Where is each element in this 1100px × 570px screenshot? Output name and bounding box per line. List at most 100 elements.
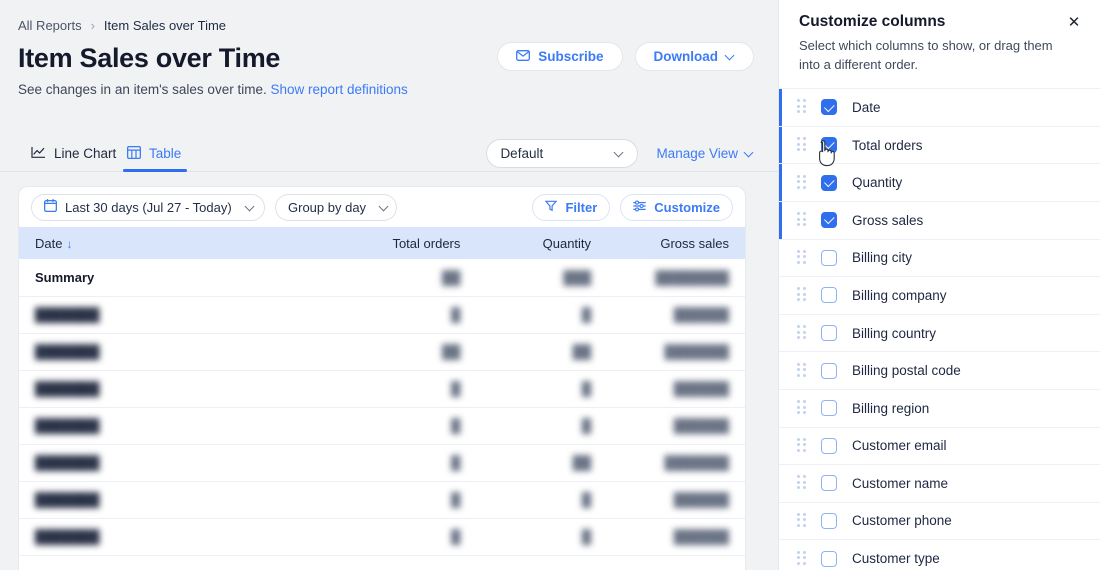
cell-date: ███████	[35, 529, 100, 544]
column-header-quantity[interactable]: Quantity	[476, 227, 607, 259]
cell-date: Summary	[35, 269, 95, 285]
cell-date: ███████	[35, 381, 100, 396]
cell-gross-sales: ██████	[673, 529, 729, 544]
drag-handle-icon[interactable]	[797, 475, 807, 491]
column-checkbox[interactable]	[821, 287, 837, 304]
column-option-row[interactable]: Billing postal code	[779, 352, 1100, 390]
customize-columns-panel: Customize columns Select which columns t…	[778, 0, 1100, 570]
drag-handle-icon[interactable]	[797, 212, 807, 228]
breadcrumb-all-reports[interactable]: All Reports	[18, 18, 82, 33]
line-chart-icon	[31, 146, 46, 162]
column-checkbox[interactable]	[821, 475, 837, 492]
panel-title: Customize columns	[799, 13, 946, 30]
column-option-row[interactable]: Billing region	[779, 390, 1100, 428]
close-icon[interactable]: ✕	[1064, 12, 1084, 32]
cell-quantity: ██	[572, 455, 592, 470]
table-summary-row[interactable]: Summary ██ ███ ████████	[19, 259, 745, 296]
filter-label: Filter	[565, 199, 598, 215]
tab-line-chart[interactable]: Line Chart	[31, 136, 116, 171]
cell-date: ███████	[35, 418, 100, 433]
column-option-row[interactable]: Customer phone	[779, 503, 1100, 541]
chevron-down-icon	[615, 149, 624, 158]
table-row[interactable]: ███████ █ █ ██████	[19, 296, 745, 333]
column-option-row[interactable]: Billing company	[779, 277, 1100, 315]
column-header-total-orders[interactable]: Total orders	[338, 227, 476, 259]
column-option-row[interactable]: Quantity	[779, 164, 1100, 202]
chevron-down-icon	[745, 149, 754, 158]
download-button[interactable]: Download	[634, 42, 754, 71]
cell-quantity: █	[581, 492, 592, 507]
table-row[interactable]: ███████ █ █ ██████	[19, 407, 745, 444]
drag-handle-icon[interactable]	[797, 249, 807, 266]
column-checkbox[interactable]	[821, 437, 837, 454]
column-checkbox[interactable]	[821, 400, 837, 417]
customize-button[interactable]: Customize	[620, 193, 733, 221]
drag-handle-icon[interactable]	[797, 325, 807, 341]
cell-quantity: ██	[572, 344, 592, 359]
view-controls: Default Manage View	[486, 139, 754, 168]
table-row[interactable]: ███████ █ █ ██████	[19, 518, 745, 555]
show-report-definitions-link[interactable]: Show report definitions	[270, 82, 407, 97]
column-checkbox[interactable]	[821, 362, 837, 379]
column-option-row[interactable]: Billing country	[779, 315, 1100, 353]
column-option-row[interactable]: Customer type	[779, 540, 1100, 570]
column-checkbox[interactable]	[821, 325, 837, 342]
filter-icon	[545, 200, 558, 215]
cell-quantity: █	[581, 307, 592, 322]
drag-handle-icon[interactable]	[797, 99, 807, 115]
column-option-label: Customer name	[852, 475, 949, 491]
cell-total-orders: █	[451, 418, 461, 433]
chevron-down-icon	[380, 203, 384, 212]
column-checkbox[interactable]	[821, 550, 837, 567]
chevron-right-icon: ›	[90, 18, 95, 33]
column-option-row[interactable]: Customer email	[779, 428, 1100, 466]
column-option-row[interactable]: Date	[779, 89, 1100, 127]
column-checkbox[interactable]	[821, 249, 837, 266]
group-by-select[interactable]: Group by day	[275, 193, 397, 221]
cell-date: ███████	[35, 455, 100, 470]
sliders-icon	[633, 200, 647, 215]
cell-gross-sales: ███████	[664, 344, 729, 359]
header-actions: Subscribe Download	[497, 42, 754, 71]
table-row[interactable]: ███████ █ ██ ███████	[19, 444, 745, 481]
cell-gross-sales: ██████	[673, 307, 729, 322]
date-range-select[interactable]: Last 30 days (Jul 27 - Today)	[31, 193, 265, 221]
drag-handle-icon[interactable]	[797, 550, 807, 567]
calendar-icon	[43, 198, 57, 215]
column-checkbox[interactable]	[821, 99, 837, 116]
column-header-date[interactable]: Date ↓	[19, 227, 338, 259]
table-row[interactable]: ███████ █ █ ██████	[19, 481, 745, 518]
cell-gross-sales: ██████	[673, 381, 729, 396]
manage-view-button[interactable]: Manage View	[656, 146, 754, 161]
subscribe-button[interactable]: Subscribe	[497, 42, 623, 71]
tab-table[interactable]: Table	[122, 136, 188, 172]
cell-date: ███████	[35, 307, 100, 322]
drag-handle-icon[interactable]	[797, 512, 807, 529]
table-row[interactable]: ███████ █ █ ██████	[19, 370, 745, 407]
column-header-date-label: Date	[35, 235, 63, 251]
drag-handle-icon[interactable]	[797, 137, 807, 153]
drag-handle-icon[interactable]	[797, 174, 807, 191]
table-toolbar: Last 30 days (Jul 27 - Today) Group by d…	[19, 187, 745, 227]
breadcrumb: All Reports › Item Sales over Time	[0, 0, 778, 33]
column-header-gross-sales[interactable]: Gross sales	[607, 227, 745, 259]
cell-quantity: █	[581, 529, 592, 544]
drag-handle-icon[interactable]	[797, 287, 807, 303]
cell-total-orders: █	[451, 307, 461, 322]
table-row[interactable]: ███████ ██ ██ ███████	[19, 333, 745, 370]
filter-button[interactable]: Filter	[532, 193, 611, 221]
column-checkbox[interactable]	[821, 174, 837, 191]
column-option-row[interactable]: Billing city	[779, 240, 1100, 278]
drag-handle-icon[interactable]	[797, 437, 807, 454]
view-select[interactable]: Default	[486, 139, 639, 168]
drag-handle-icon[interactable]	[797, 362, 807, 379]
column-checkbox[interactable]	[821, 212, 837, 229]
drag-handle-icon[interactable]	[797, 400, 807, 416]
column-option-row[interactable]: Customer name	[779, 465, 1100, 503]
mouse-cursor	[815, 140, 837, 168]
tab-table-label: Table	[149, 146, 182, 161]
column-checkbox[interactable]	[821, 512, 837, 529]
cell-gross-sales: ██████	[673, 492, 729, 507]
column-option-row[interactable]: Gross sales	[779, 201, 1100, 240]
column-option-label: Quantity	[852, 175, 903, 191]
